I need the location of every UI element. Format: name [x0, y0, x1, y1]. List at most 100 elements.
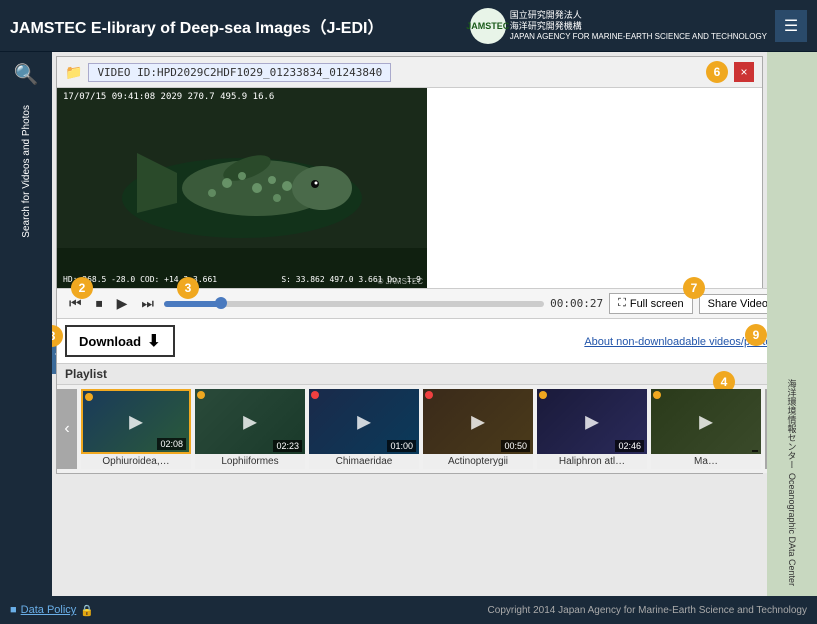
modal-header-right: 6 × [706, 61, 754, 83]
modal-header-bar: 📁 VIDEO ID:HPD2029C2HDF1029_01233834_012… [65, 63, 391, 82]
logo-circle: JAMSTEC [470, 8, 506, 44]
content-area: 📁 VIDEO ID:HPD2029C2HDF1029_01233834_012… [52, 52, 767, 596]
thumb-duration-6 [752, 450, 758, 452]
jamstec-logo: JAMSTEC 国立研究開発法人 海洋研究開発機構 JAPAN AGENCY F… [470, 8, 767, 44]
thumb-duration-2: 02:23 [273, 440, 302, 452]
action-bar: 8 Download ⬇ 9 About non-downloadable vi… [57, 319, 767, 363]
data-policy-link[interactable]: Data Policy [21, 604, 77, 616]
playlist-thumb-4: ▶ 00:50 [423, 389, 533, 454]
video-hud: HD: 268.5 -28.0 COD: +14.3 3.661 S: 33.8… [63, 275, 421, 284]
playlist-section: Playlist 4 ‹ ▶ 02:08 [57, 363, 767, 473]
close-button[interactable]: × [734, 62, 754, 82]
thumb-duration-1: 02:08 [157, 438, 186, 450]
thumb-play-2: ▶ [243, 411, 257, 432]
list-item[interactable]: ▶ 01:00 Chimaeridae [309, 389, 419, 469]
folder-icon: 📁 [65, 64, 82, 81]
playlist-scroll-right[interactable]: › [765, 389, 767, 469]
playlist-items: ▶ 02:08 Ophiuroidea,… ▶ 02:2 [77, 389, 765, 469]
thumb-duration-5: 02:46 [615, 440, 644, 452]
footer-copyright: Copyright 2014 Japan Agency for Marine-E… [488, 605, 807, 616]
non-download-text: About non-downloadable videos/photos [584, 336, 767, 348]
thumb-play-1: ▶ [129, 411, 143, 432]
progress-fill [164, 301, 221, 307]
logo-line2: 海洋研究開発機構 [510, 21, 767, 32]
modal-panel: 📁 VIDEO ID:HPD2029C2HDF1029_01233834_012… [56, 56, 763, 474]
fullscreen-button[interactable]: ⛶ Full screen [609, 293, 693, 314]
list-item[interactable]: ▶ 02:46 Haliphron atl… [537, 389, 647, 469]
lock-icon: 🔒 [80, 604, 94, 617]
fullscreen-label: Full screen [630, 298, 684, 310]
video-overlay-text: 17/07/15 09:41:08 2029 270.7 495.9 16.6 [63, 92, 274, 102]
list-item[interactable]: ▶ 02:23 Lophiiformes [195, 389, 305, 469]
share-button[interactable]: Share Video [699, 294, 767, 314]
thumb-badge-6 [653, 391, 661, 399]
search-button[interactable]: 🔍 [14, 62, 39, 87]
thumb-play-6: ▶ [699, 411, 713, 432]
right-sidebar-line1: 海洋環境情報センター [786, 379, 799, 469]
logo-line1: 国立研究開発法人 [510, 10, 767, 21]
playlist-scroll: 4 ‹ ▶ 02:08 Ophiuroidea,… [57, 385, 767, 473]
playlist-label-4: Actinopterygii [423, 454, 533, 469]
left-sidebar: 🔍 Search for Videos and Photos [0, 52, 52, 596]
play-button[interactable]: ▶ [113, 293, 132, 314]
thumb-badge-1 [85, 393, 93, 401]
right-sidebar: 海洋環境情報センター Oceanographic DAta Center [767, 52, 817, 596]
playlist-thumb-1: ▶ 02:08 [81, 389, 191, 454]
badge-3: 3 [177, 277, 199, 299]
playlist-thumb-6: ▶ [651, 389, 761, 454]
playlist-label-5: Haliphron atl… [537, 454, 647, 469]
logo-line3: JAPAN AGENCY FOR MARINE-EARTH SCIENCE AN… [510, 32, 767, 42]
main-layout: 🔍 Search for Videos and Photos 📁 VIDEO I… [0, 52, 817, 596]
right-sidebar-line2: Oceanographic DAta Center [787, 473, 797, 586]
hamburger-button[interactable]: ☰ [775, 10, 807, 42]
progress-thumb [215, 297, 227, 309]
thumb-play-5: ▶ [585, 411, 599, 432]
video-id: VIDEO ID:HPD2029C2HDF1029_01233834_01243… [88, 63, 391, 82]
thumb-duration-3: 01:00 [387, 440, 416, 452]
list-item[interactable]: ▶ 02:08 Ophiuroidea,… [81, 389, 191, 469]
playlist-scroll-left[interactable]: ‹ [57, 389, 77, 469]
sidebar-search-label: Search for Videos and Photos [20, 105, 33, 238]
playlist-thumb-3: ▶ 01:00 [309, 389, 419, 454]
video-section: 17/07/15 09:41:08 2029 270.7 495.9 16.6 [57, 88, 767, 473]
thumb-play-3: ▶ [357, 411, 371, 432]
time-display: 00:00:27 [550, 297, 603, 310]
playlist-label-3: Chimaeridae [309, 454, 419, 469]
watermark: © JAMSTEC [378, 277, 423, 286]
data-policy-icon: ■ [10, 604, 17, 616]
fullscreen-icon: ⛶ [618, 297, 626, 310]
playlist-label-6: Ma… [651, 454, 761, 469]
modal-body: 17/07/15 09:41:08 2029 270.7 495.9 16.6 [57, 88, 762, 473]
thumb-badge-2 [197, 391, 205, 399]
logo-text: 国立研究開発法人 海洋研究開発機構 JAPAN AGENCY FOR MARIN… [510, 10, 767, 41]
video-fish-visual [57, 88, 427, 288]
thumb-badge-5 [539, 391, 547, 399]
app-title: JAMSTEC E-library of Deep-sea Images（J-E… [10, 14, 383, 38]
list-item[interactable]: ▶ 00:50 Actinopterygii [423, 389, 533, 469]
playlist-header: Playlist [57, 364, 767, 385]
badge-6: 6 [706, 61, 728, 83]
forward-button[interactable]: ⏭ [137, 293, 158, 314]
playlist-label-1: Ophiuroidea,… [81, 454, 191, 469]
playlist-label-2: Lophiiformes [195, 454, 305, 469]
progress-bar[interactable] [164, 301, 544, 307]
thumb-badge-3 [311, 391, 319, 399]
non-download-link[interactable]: About non-downloadable videos/photos [584, 336, 767, 348]
playlist-thumb-2: ▶ 02:23 [195, 389, 305, 454]
header-right: JAMSTEC 国立研究開発法人 海洋研究開発機構 JAPAN AGENCY F… [470, 8, 807, 44]
thumb-play-4: ▶ [471, 411, 485, 432]
thumb-badge-4 [425, 391, 433, 399]
video-player[interactable]: 17/07/15 09:41:08 2029 270.7 495.9 16.6 [57, 88, 427, 288]
non-download-container: 9 About non-downloadable videos/photos [584, 334, 767, 348]
app-header: JAMSTEC E-library of Deep-sea Images（J-E… [0, 0, 817, 52]
download-button[interactable]: Download ⬇ [65, 325, 175, 357]
playlist-thumb-5: ▶ 02:46 [537, 389, 647, 454]
badge-8: 8 [52, 325, 63, 347]
footer-left: ■ Data Policy 🔒 [10, 604, 94, 617]
badge-2: 2 [71, 277, 93, 299]
app-footer: ■ Data Policy 🔒 Copyright 2014 Japan Age… [0, 596, 817, 624]
download-label: Download [79, 334, 141, 349]
stop-button[interactable]: ⏹ [92, 293, 107, 314]
controls-bar: 2 3 ⏮ ⏹ ▶ ⏭ 00:00:27 ⛶ Full [57, 288, 767, 319]
list-item[interactable]: ▶ Ma… [651, 389, 761, 469]
